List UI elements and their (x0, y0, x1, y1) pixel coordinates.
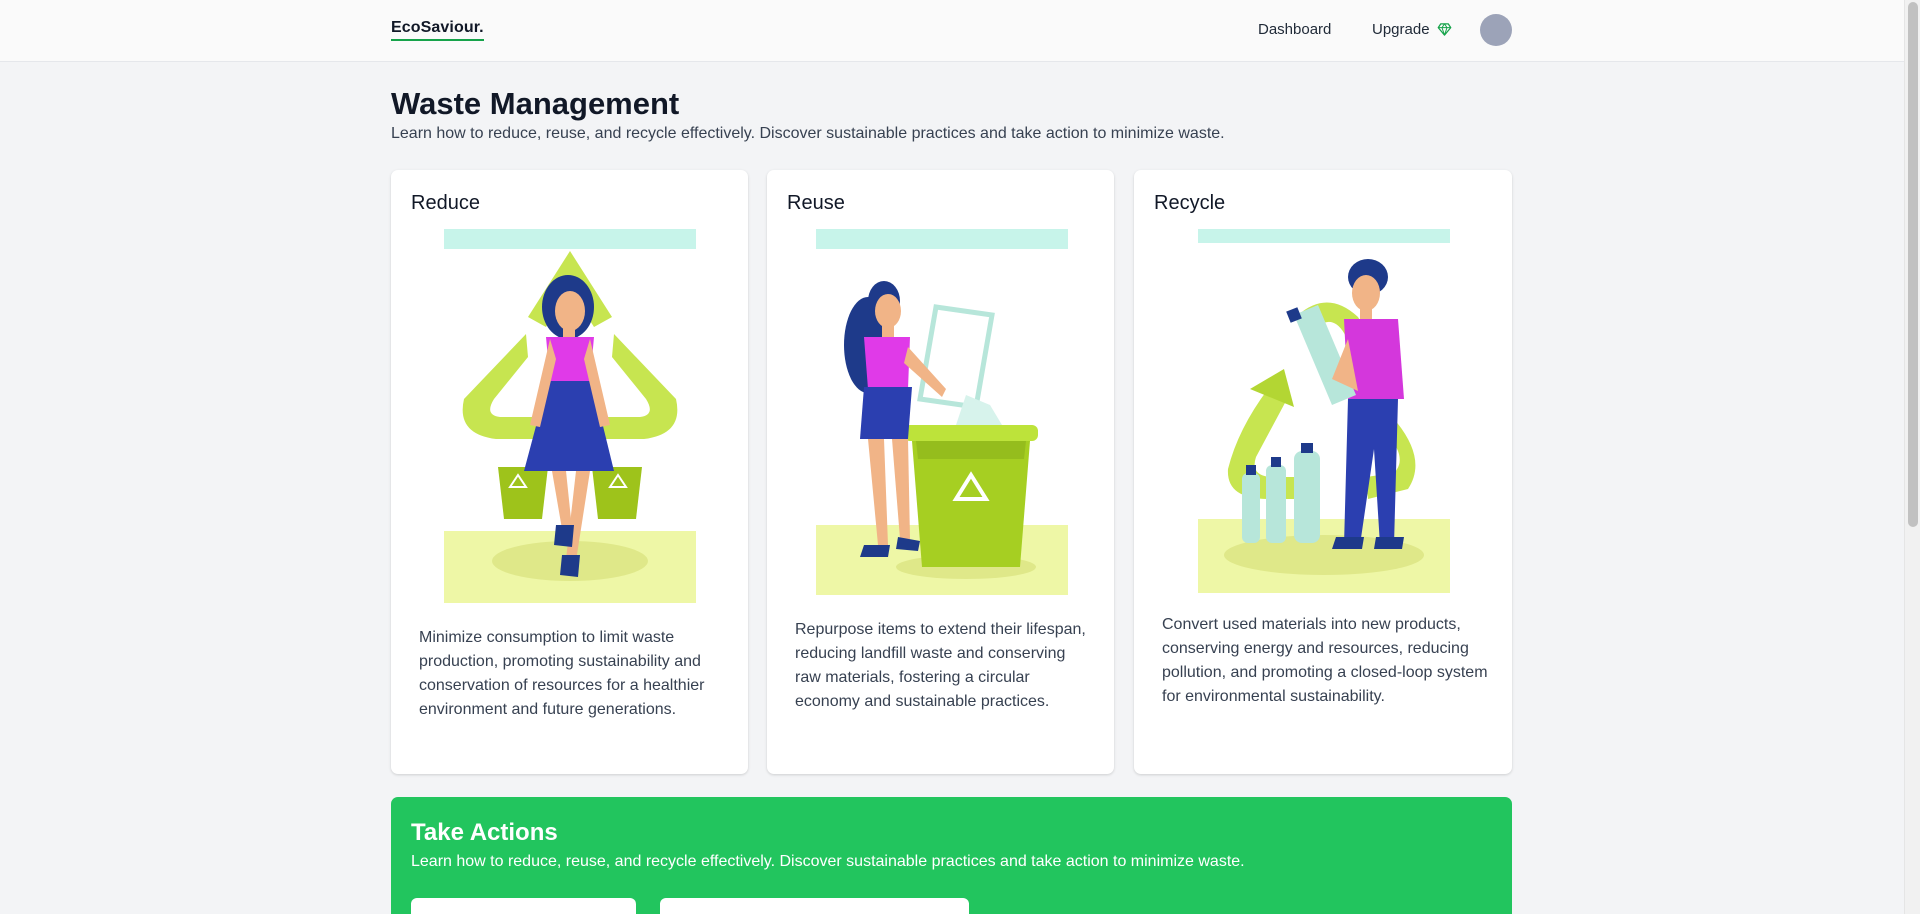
man-recycling-bottles-illustration (1198, 229, 1450, 593)
action-button[interactable] (660, 898, 969, 914)
scrollbar-thumb[interactable] (1908, 2, 1918, 527)
nav-dashboard-link[interactable]: Dashboard (1258, 21, 1331, 38)
action-button[interactable] (411, 898, 636, 914)
take-actions-section: Take Actions Learn how to reduce, reuse,… (391, 797, 1512, 914)
reduce-card: Reduce Minimize consumption to limit was… (391, 170, 748, 774)
card-title: Recycle (1154, 192, 1226, 214)
page-subtitle: Learn how to reduce, reuse, and recycle … (391, 125, 1225, 142)
brand-logo-link[interactable]: EcoSaviour. (391, 19, 484, 41)
gem-icon (1437, 23, 1451, 36)
card-description: Minimize consumption to limit waste prod… (419, 629, 705, 718)
reuse-card: Reuse Repurpose items to extend their li… (767, 170, 1114, 774)
recycle-card: Recycle Convert used materials into new … (1134, 170, 1512, 774)
card-title: Reduce (411, 192, 480, 214)
woman-with-recycle-bins-illustration (444, 229, 696, 603)
nav-upgrade-link[interactable]: Upgrade (1372, 21, 1452, 38)
card-description: Convert used materials into new products… (1162, 616, 1488, 705)
card-description: Repurpose items to extend their lifespan… (795, 621, 1086, 710)
card-title: Reuse (787, 192, 845, 214)
page-scrollbar[interactable] (1904, 0, 1920, 914)
page-title: Waste Management (391, 86, 680, 121)
top-navbar: EcoSaviour. Dashboard Upgrade (0, 0, 1904, 62)
nav-upgrade-label: Upgrade (1372, 21, 1430, 38)
woman-putting-item-in-bin-illustration (816, 229, 1068, 595)
user-avatar[interactable] (1480, 14, 1512, 46)
take-actions-title: Take Actions (411, 819, 558, 846)
take-actions-subtitle: Learn how to reduce, reuse, and recycle … (411, 853, 1245, 870)
